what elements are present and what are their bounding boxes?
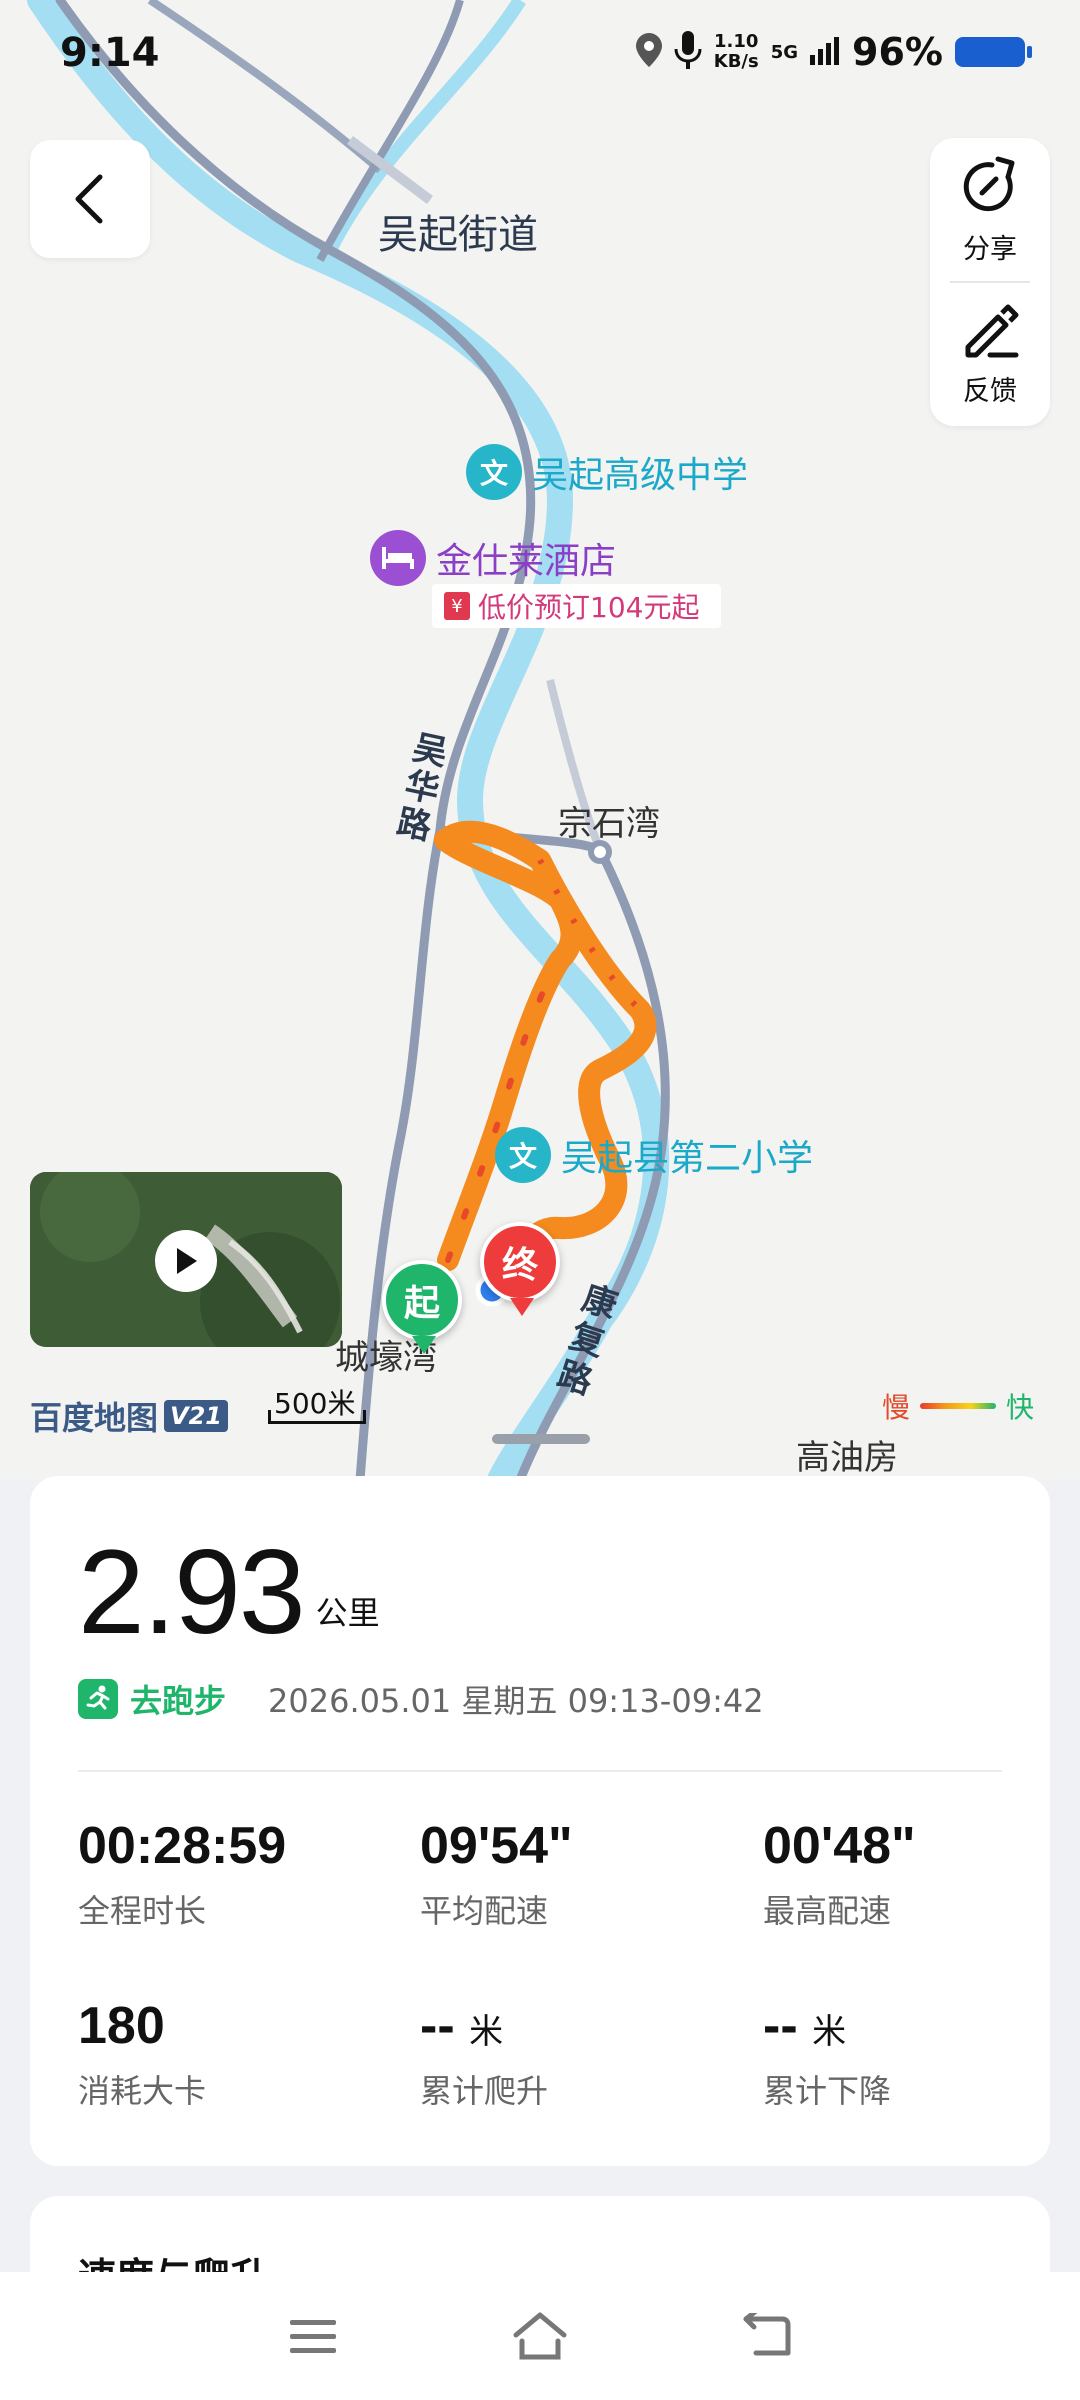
legend-fast: 快 [1006, 1391, 1035, 1424]
location-icon [635, 33, 662, 71]
end-marker[interactable]: 终 [480, 1222, 560, 1316]
battery-icon [955, 37, 1032, 67]
microphone-icon [674, 31, 702, 73]
stat-value: -- 米 [763, 1996, 891, 2056]
drag-handle[interactable] [492, 1434, 590, 1444]
activity-datetime: 2026.05.01 星期五 09:13-09:42 [268, 1682, 764, 1720]
status-icons: 1.10 KB/s 5G 96% [635, 30, 1032, 74]
home-icon [513, 2312, 567, 2360]
stat-value-number: -- [763, 1997, 798, 2055]
stat-label: 消耗大卡 [78, 2072, 207, 2110]
map-view[interactable]: 9:14 1.10 KB/s 5G 96% 分享 反馈 吴起街道 文 吴起高级中… [0, 0, 1080, 1480]
poi-school2[interactable]: 文 吴起县第二小学 [495, 1127, 813, 1183]
system-nav-bar [0, 2272, 1080, 2400]
legend-slow: 慢 [882, 1391, 911, 1424]
coupon-icon: ¥ [444, 592, 470, 620]
signal-icon [810, 35, 840, 69]
poi-school[interactable]: 文 吴起高级中学 [466, 444, 748, 500]
stat-descent: -- 米 累计下降 [763, 1996, 891, 2112]
network-type: 5G [770, 41, 799, 63]
stat-best-pace: 00'48" 最高配速 [763, 1816, 916, 1932]
stat-label: 累计爬升 [420, 2072, 549, 2110]
net-speed-unit: KB/s [713, 51, 759, 72]
legend-gradient [920, 1403, 997, 1409]
hotel-icon [370, 530, 426, 586]
place-gaoyoufang: 高油房 [796, 1438, 898, 1478]
street-label: 吴起街道 [378, 212, 538, 258]
school-icon: 文 [466, 444, 522, 500]
hotel-deal-tag[interactable]: ¥ 低价预订104元起 [432, 584, 722, 628]
stat-label: 最高配速 [763, 1892, 892, 1930]
place-zongshiwan: 宗石湾 [558, 804, 660, 844]
back-nav-button[interactable] [732, 2301, 802, 2371]
school-icon: 文 [495, 1127, 551, 1183]
stat-value: -- 米 [420, 1996, 548, 2056]
feedback-label: 反馈 [963, 375, 1017, 407]
distance-unit: 公里 [315, 1594, 380, 1632]
map-brand: 百度地图 V21 [30, 1393, 228, 1439]
stat-value-number: -- [420, 1997, 455, 2055]
stat-unit: 米 [469, 2013, 504, 2051]
stat-label: 平均配速 [420, 1892, 549, 1930]
back-icon [743, 2313, 791, 2356]
stat-avg-pace: 09'54" 平均配速 [420, 1816, 573, 1932]
stat-label: 累计下降 [763, 2072, 892, 2110]
stat-unit: 米 [812, 2013, 847, 2051]
poi-school2-name: 吴起县第二小学 [561, 1138, 814, 1179]
start-marker[interactable]: 起 [382, 1260, 462, 1354]
net-speed-value: 1.10 [714, 31, 759, 52]
stat-value: 180 [78, 1997, 165, 2055]
activity-row: 去跑步 2026.05.01 星期五 09:13-09:42 [78, 1676, 764, 1722]
poi-school-name: 吴起高级中学 [532, 455, 749, 496]
status-time: 9:14 [60, 30, 160, 76]
play-button[interactable] [155, 1230, 217, 1292]
home-button[interactable] [505, 2301, 575, 2371]
distance-value: 2.93 [78, 1525, 306, 1659]
pencil-icon [965, 304, 1019, 357]
net-speed: 1.10 KB/s [714, 32, 759, 72]
stat-calories: 180 消耗大卡 [78, 1996, 206, 2112]
feedback-button[interactable]: 反馈 [930, 284, 1050, 424]
hotel-deal-text: 低价预订104元起 [478, 591, 700, 624]
share-label: 分享 [963, 233, 1017, 265]
stat-label: 全程时长 [78, 1892, 207, 1930]
running-icon [78, 1679, 118, 1719]
stat-value: 09'54" [420, 1817, 573, 1875]
map-actions-panel: 分享 反馈 [930, 138, 1050, 426]
map-scale: 500米 [268, 1382, 368, 1428]
workout-summary-card: 2.93 公里 去跑步 2026.05.01 星期五 09:13-09:42 0… [30, 1476, 1050, 2166]
chevron-left-icon [75, 174, 103, 224]
battery-percent: 96% [852, 30, 943, 74]
play-icon [177, 1248, 197, 1274]
menu-icon [290, 2320, 337, 2353]
divider [78, 1770, 1002, 1772]
stat-duration: 00:28:59 全程时长 [78, 1816, 286, 1932]
brand-name: 百度地图 [30, 1399, 159, 1437]
status-bar: 9:14 1.10 KB/s 5G 96% [0, 0, 1080, 110]
divider [950, 281, 1030, 283]
stat-value: 00:28:59 [78, 1817, 287, 1875]
menu-button[interactable] [278, 2301, 348, 2371]
replay-thumbnail[interactable] [30, 1172, 342, 1347]
back-button[interactable] [30, 140, 150, 258]
brand-version: V21 [164, 1400, 228, 1432]
distance: 2.93 公里 [78, 1532, 380, 1652]
activity-label: 去跑步 [130, 1682, 227, 1720]
scale-bar [268, 1410, 366, 1424]
poi-hotel[interactable]: 金仕莱酒店 [370, 530, 616, 586]
share-button[interactable]: 分享 [930, 140, 1050, 280]
stat-value: 00'48" [763, 1817, 916, 1875]
share-icon [963, 156, 1015, 211]
stat-ascent: -- 米 累计爬升 [420, 1996, 548, 2112]
poi-hotel-name: 金仕莱酒店 [436, 541, 617, 582]
pace-legend: 慢 快 [882, 1386, 1034, 1426]
